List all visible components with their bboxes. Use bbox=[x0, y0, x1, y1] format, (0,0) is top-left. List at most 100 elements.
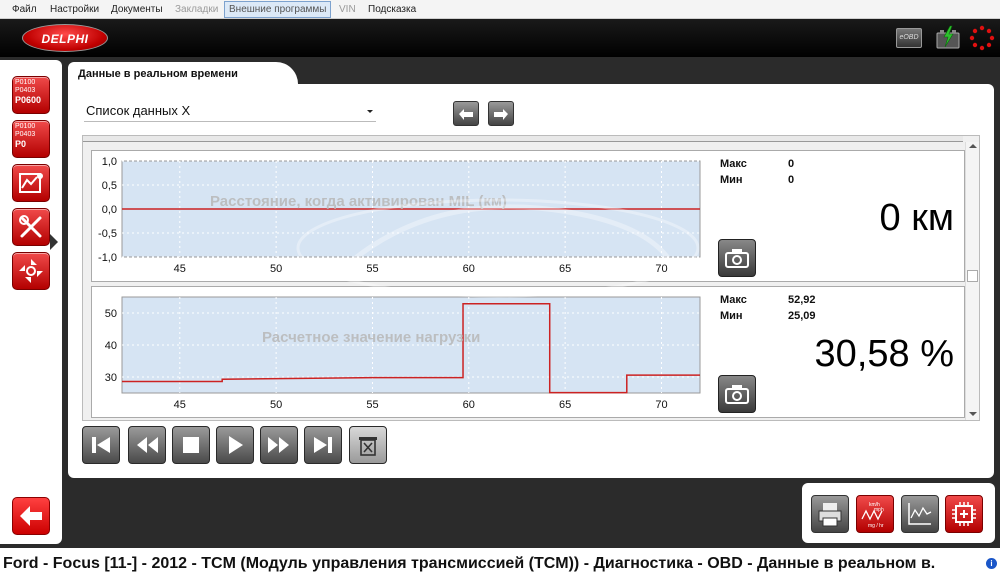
rewind-icon bbox=[137, 437, 158, 453]
delete-recording-button[interactable] bbox=[349, 426, 387, 464]
x-tick-label: 55 bbox=[366, 263, 378, 275]
min-value: 0 bbox=[788, 174, 795, 186]
battery-icon[interactable] bbox=[934, 25, 962, 50]
status-indicator-icon bbox=[969, 25, 995, 51]
play-button[interactable] bbox=[216, 426, 254, 464]
dtc-clear-icon[interactable]: P0100 P0403 P0 bbox=[12, 120, 50, 158]
current-value: 0 км bbox=[879, 197, 954, 239]
x-tick-label: 45 bbox=[174, 263, 186, 275]
scroll-thumb[interactable] bbox=[967, 270, 978, 282]
chart-title: Расчетное значение нагрузки bbox=[262, 329, 481, 346]
tools-panel: km/h mph mg / hr bbox=[802, 483, 995, 543]
scroll-up-icon[interactable] bbox=[969, 144, 977, 148]
redo-button[interactable] bbox=[488, 101, 514, 126]
x-tick-label: 50 bbox=[270, 263, 282, 275]
dtc-code: P0100 bbox=[15, 79, 36, 86]
status-bar: Ford - Focus [11-] - 2012 - TCM (Модуль … bbox=[0, 548, 1000, 579]
tab-live-data[interactable]: Данные в реальном времени bbox=[68, 62, 298, 86]
graph-view-icon bbox=[908, 503, 932, 525]
skip-to-end-button[interactable] bbox=[304, 426, 342, 464]
skip-to-end-icon bbox=[314, 437, 332, 453]
dtc-code: P0100 bbox=[15, 123, 36, 130]
menu-bar: Файл Настройки Документы Закладки Внешни… bbox=[0, 0, 1000, 19]
menu-bookmarks[interactable]: Закладки bbox=[175, 3, 218, 16]
menu-external-programs[interactable]: Внешние программы bbox=[224, 1, 332, 18]
y-tick-label: 0,5 bbox=[102, 180, 117, 192]
eobd-icon[interactable]: eOBD bbox=[896, 28, 922, 48]
rewind-button[interactable] bbox=[128, 426, 166, 464]
menu-vin[interactable]: VIN bbox=[339, 3, 356, 16]
charts-area: 45 50 55 60 65 70 1,0 0,5 0,0 -0,5 -1,0 Расстояние… bbox=[82, 135, 980, 421]
live-data-icon[interactable] bbox=[12, 164, 50, 202]
menu-settings[interactable]: Настройки bbox=[50, 3, 99, 16]
adjustments-icon[interactable] bbox=[12, 252, 50, 290]
units-mghr-text: mg / hr bbox=[868, 523, 884, 529]
chart-row: 45 50 55 60 65 70 1,0 0,5 0,0 -0,5 -1,0 Расстояние… bbox=[91, 150, 965, 282]
y-tick-label: -1,0 bbox=[98, 252, 117, 264]
y-tick-label: 0,0 bbox=[102, 204, 117, 216]
breadcrumb: Ford - Focus [11-] - 2012 - TCM (Модуль … bbox=[3, 555, 936, 572]
service-tools-icon[interactable] bbox=[12, 208, 50, 246]
menu-documents[interactable]: Документы bbox=[111, 3, 163, 16]
select-value: Список данных X bbox=[86, 103, 191, 118]
min-value: 25,09 bbox=[788, 310, 816, 322]
back-button[interactable] bbox=[12, 497, 50, 535]
dtc-code: P0600 bbox=[15, 95, 42, 105]
snapshot-button[interactable] bbox=[718, 239, 756, 277]
scroll-down-icon[interactable] bbox=[969, 412, 977, 416]
vertical-scrollbar[interactable] bbox=[965, 142, 979, 420]
mil-distance-chart: 45 50 55 60 65 70 1,0 0,5 0,0 -0,5 -1,0 bbox=[98, 156, 701, 275]
print-icon bbox=[818, 503, 842, 527]
back-arrow-icon bbox=[20, 506, 42, 526]
main-panel: Список данных X 45 50 55 60 65 70 1,0 0,5 0,0 -0,… bbox=[68, 84, 994, 478]
menu-help[interactable]: Подсказка bbox=[368, 3, 416, 16]
y-tick-label: -0,5 bbox=[98, 228, 117, 240]
dtc-code: P0403 bbox=[15, 131, 36, 138]
info-icon[interactable]: i bbox=[986, 558, 997, 569]
y-tick-label: 1,0 bbox=[102, 156, 117, 168]
skip-to-start-icon bbox=[92, 437, 110, 453]
x-tick-label: 60 bbox=[463, 263, 475, 275]
x-tick-label: 60 bbox=[463, 399, 475, 411]
x-tick-label: 70 bbox=[655, 263, 667, 275]
units-conversion-button[interactable]: km/h mph mg / hr bbox=[856, 495, 894, 533]
ecu-info-button[interactable] bbox=[945, 495, 983, 533]
camera-icon bbox=[725, 385, 749, 404]
x-tick-label: 65 bbox=[559, 399, 571, 411]
ecu-info-icon bbox=[952, 502, 976, 526]
chart-row: 45 50 55 60 65 70 50 40 30 Расчетное значение на… bbox=[91, 286, 965, 418]
tab-label: Данные в реальном времени bbox=[78, 68, 238, 80]
fast-forward-icon bbox=[268, 437, 289, 453]
dtc-read-icon[interactable]: P0100 P0403 P0600 bbox=[12, 76, 50, 114]
stop-button[interactable] bbox=[172, 426, 210, 464]
fast-forward-button[interactable] bbox=[260, 426, 298, 464]
sidebar: P0100 P0403 P0600 P0100 P0403 P0 bbox=[0, 60, 62, 544]
chevron-down-icon bbox=[367, 110, 373, 113]
skip-to-start-button[interactable] bbox=[82, 426, 120, 464]
redo-arrow-icon bbox=[494, 108, 508, 120]
delphi-logo: DELPHI bbox=[22, 24, 108, 52]
dtc-code: P0403 bbox=[15, 87, 36, 94]
units-mph-text: mph bbox=[874, 507, 884, 513]
y-tick-label: 40 bbox=[105, 340, 117, 352]
undo-button[interactable] bbox=[453, 101, 479, 126]
max-value: 52,92 bbox=[788, 294, 816, 306]
data-list-select[interactable]: Список данных X bbox=[84, 100, 376, 122]
min-label: Мин bbox=[720, 310, 743, 322]
graph-view-button[interactable] bbox=[901, 495, 939, 533]
header-bar: DELPHI eOBD bbox=[0, 19, 1000, 57]
max-value: 0 bbox=[788, 158, 795, 170]
min-label: Мин bbox=[720, 174, 743, 186]
y-tick-label: 30 bbox=[105, 372, 117, 384]
y-tick-label: 50 bbox=[105, 308, 117, 320]
play-icon bbox=[229, 436, 243, 454]
camera-icon bbox=[725, 249, 749, 268]
chart-title: Расстояние, когда активирован MIL (км) bbox=[210, 193, 507, 210]
snapshot-button[interactable] bbox=[718, 375, 756, 413]
units-conversion-icon: km/h mph mg / hr bbox=[861, 502, 884, 529]
x-tick-label: 50 bbox=[270, 399, 282, 411]
x-tick-label: 55 bbox=[366, 399, 378, 411]
x-tick-label: 45 bbox=[174, 399, 186, 411]
menu-file[interactable]: Файл bbox=[12, 3, 37, 16]
print-button[interactable] bbox=[811, 495, 849, 533]
